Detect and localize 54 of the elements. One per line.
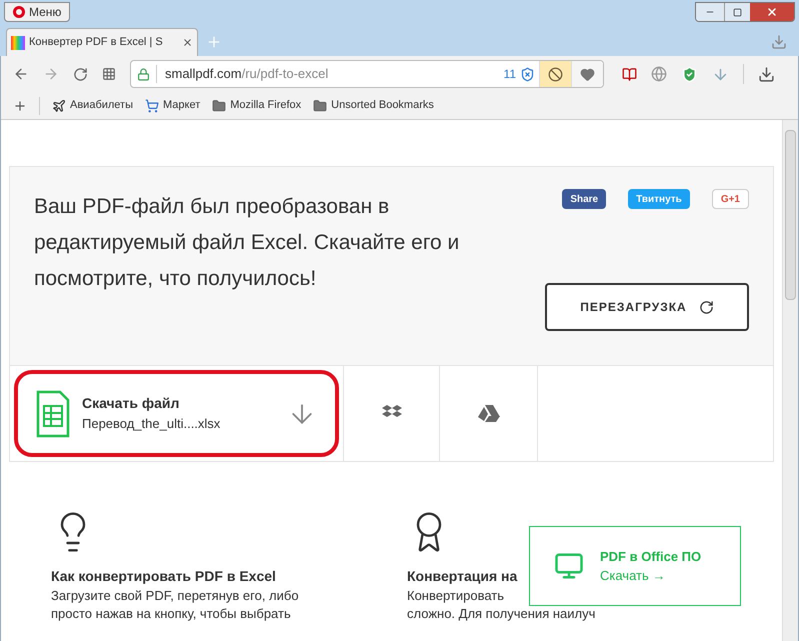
- folder-icon: [313, 98, 328, 112]
- bookmark-heart-button[interactable]: [571, 61, 603, 87]
- shield-icon: [520, 66, 535, 82]
- feature-title: Конвертация на: [407, 567, 518, 586]
- feature-text: просто нажав на кнопку, чтобы выбрать: [51, 605, 292, 623]
- adblock-button[interactable]: [539, 61, 571, 87]
- opera-logo-icon: [13, 6, 25, 18]
- file-name: Перевод_the_ulti....xlsx: [82, 415, 222, 434]
- globe-icon[interactable]: [651, 66, 667, 82]
- close-button[interactable]: [750, 3, 794, 21]
- speed-dial-icon[interactable]: [102, 67, 116, 81]
- download-file-button[interactable]: Скачать файл Перевод_the_ulti....xlsx: [14, 370, 339, 457]
- maximize-icon: [733, 8, 742, 16]
- drive-icon: [476, 404, 500, 424]
- heart-icon: [580, 66, 595, 82]
- share-button[interactable]: G+1: [712, 189, 749, 209]
- menu-button[interactable]: Меню: [4, 2, 70, 22]
- download-title: Скачать файл: [82, 394, 180, 414]
- share-button[interactable]: Share: [562, 189, 606, 209]
- restart-button[interactable]: ПЕРЕЗАГРУЗКА: [545, 283, 749, 331]
- tab-title: Конвертер PDF в Excel | S: [29, 35, 164, 50]
- folder-icon: [212, 98, 226, 112]
- site-logo-icon: [11, 36, 25, 50]
- bookmark-item[interactable]: Маркет: [145, 97, 200, 114]
- result-message: Ваш PDF-файл был преобразован в редактируемый файл Excel. Скачайте его и посмотрите, что получилось!: [34, 194, 460, 292]
- feature-title: Как конвертировать PDF в Excel: [51, 567, 277, 586]
- browser-tab[interactable]: Конвертер PDF в Excel | S: [6, 28, 198, 56]
- reload-icon: [698, 300, 714, 314]
- promo-title: PDF в Office ПО: [600, 548, 702, 566]
- add-bookmark-icon[interactable]: [13, 98, 27, 112]
- spreadsheet-icon: [36, 390, 70, 438]
- update-icon[interactable]: [758, 66, 775, 82]
- scrollbar[interactable]: [782, 120, 798, 641]
- bookmark-item[interactable]: Авиабилеты: [52, 97, 134, 114]
- close-icon: [766, 6, 778, 18]
- feature-text: сложно. Для получения наилуч: [407, 605, 596, 623]
- block-icon: [548, 66, 563, 82]
- feature-text: Конвертировать: [407, 587, 506, 605]
- address-bar[interactable]: smallpdf.com/ru/pdf-to-excel 11: [130, 60, 604, 88]
- url-text: smallpdf.com/ru/pdf-to-excel: [164, 65, 330, 84]
- lock-icon: [137, 68, 150, 80]
- plane-icon: [52, 98, 66, 112]
- shield-check-icon[interactable]: [681, 66, 698, 82]
- bookmark-item[interactable]: Unsorted Bookmarks: [313, 97, 434, 114]
- maximize-button[interactable]: [724, 3, 750, 21]
- bookmark-item[interactable]: Mozilla Firefox: [212, 97, 302, 114]
- reload-icon[interactable]: [73, 66, 88, 82]
- feature-text: Загрузите свой PDF, перетянув его, либо: [51, 587, 300, 605]
- back-icon[interactable]: [13, 66, 29, 82]
- blocked-count: 11: [504, 66, 516, 83]
- close-icon[interactable]: [182, 37, 193, 48]
- computer-icon: [554, 551, 584, 581]
- cart-icon: [145, 98, 160, 112]
- book-icon[interactable]: [622, 66, 637, 82]
